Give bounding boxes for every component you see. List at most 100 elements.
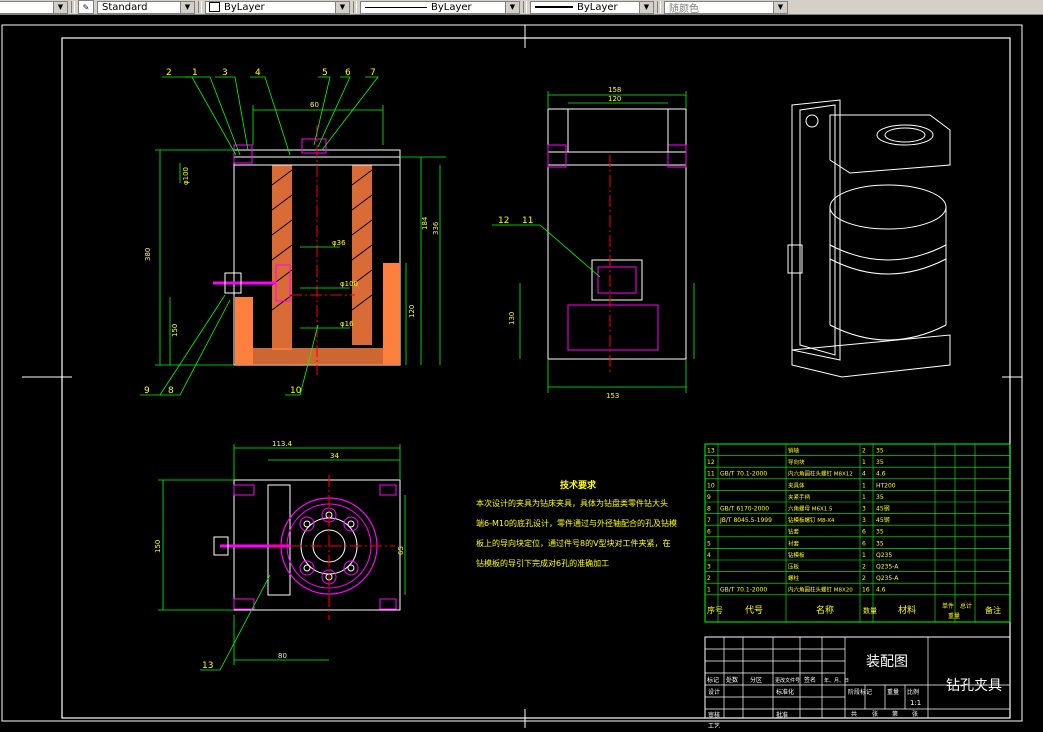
parts-list: 13 销轴 2 3512 导向块 1 3511 GB/T 70.1-2000 内六角圆柱头螺钉 … — [704, 443, 1011, 623]
layer-select[interactable]: ByLayer ▼ — [205, 0, 350, 14]
chevron-down-icon[interactable]: ▼ — [773, 1, 787, 13]
parts-mat: 45钢 — [876, 505, 890, 513]
chevron-down-icon[interactable]: ▼ — [53, 1, 67, 13]
properties-toolbar: ▼ ✎ Standard ▼ ByLayer ▼ ByLayer ▼ ByLay… — [0, 0, 1043, 15]
top-screw — [379, 484, 397, 496]
header-no: 序号 — [707, 605, 723, 615]
parts-qty: 6 — [862, 540, 866, 547]
balloon-number: 11 — [522, 216, 533, 226]
balloon-number: 4 — [255, 68, 261, 78]
top-left-slot — [267, 484, 291, 596]
parts-name: 钻模板 — [788, 551, 805, 559]
left-dropdown-stub[interactable]: ▼ — [0, 0, 68, 14]
header-mat: 材料 — [898, 604, 916, 616]
linetype-select[interactable]: ByLayer ▼ — [360, 0, 520, 14]
dim-text: 65 — [397, 546, 405, 555]
label-process: 工艺 — [708, 722, 720, 728]
top-balloons: 13 — [202, 661, 213, 671]
lineweight-select[interactable]: ByLayer ▼ — [530, 0, 654, 14]
parts-name: 销轴 — [788, 447, 800, 455]
dim-text: 120 — [608, 95, 621, 103]
text-style-icon[interactable]: ✎ — [78, 0, 94, 14]
parts-mat: Q235 — [876, 552, 892, 559]
balloon-number: 5 — [322, 68, 328, 78]
parts-name: 六角螺母 M6X1.5 — [788, 505, 833, 513]
header-qty: 数量 — [863, 606, 877, 615]
parts-qty: 1 — [862, 459, 866, 466]
parts-qty: 2 — [862, 448, 866, 455]
dim-text: φ100 — [182, 167, 190, 185]
techreq-line: 本次设计的夹具为钻床夹具，具体为钻盘类零件钻大头 — [476, 498, 668, 508]
iso-cylinder-bottom — [829, 324, 947, 341]
dim-text: 80 — [278, 652, 287, 660]
label-design: 设计 — [708, 688, 720, 696]
sheet-inner-border — [61, 37, 1011, 719]
parts-mat: 35 — [876, 494, 884, 501]
dim-text: 120 — [408, 305, 416, 318]
parts-code: GB/T 6170-2000 — [720, 506, 769, 513]
chevron-down-icon[interactable]: ▼ — [505, 1, 519, 13]
rev-label: 更改文件号 — [775, 677, 800, 684]
technical-requirements: 技术要求 本次设计的夹具为钻床夹具，具体为钻盘类零件钻大头 端6-M10的底孔设… — [476, 479, 677, 568]
parts-code: GB/T 70.1-2000 — [720, 587, 767, 594]
label-sheet: 张 — [872, 710, 878, 718]
guide-block — [591, 259, 643, 301]
dim-text: 158 — [608, 86, 621, 94]
iso-top-plate — [829, 114, 951, 174]
front-dimensions — [155, 105, 446, 366]
parts-mat: Q235-A — [876, 564, 899, 571]
parts-mat: 4.6 — [876, 587, 886, 594]
workpiece-hatch-right — [352, 165, 372, 345]
chevron-down-icon[interactable]: ▼ — [335, 1, 349, 13]
dim-text: φ100 — [340, 280, 358, 288]
side-dim-text: 158 120 153 130 — [508, 86, 621, 400]
chevron-down-icon[interactable]: ▼ — [639, 1, 653, 13]
iso-cylinder-band — [829, 258, 947, 275]
parts-mat: 35 — [876, 540, 884, 547]
parts-mat: 35 — [876, 448, 884, 455]
iso-cylinder-top — [829, 184, 947, 230]
drawing-canvas[interactable]: 380 φ100 150 336 184 120 60 φ36 φ100 φ16… — [0, 15, 1043, 730]
side-screw-right — [667, 144, 687, 168]
rev-label: 分区 — [750, 676, 762, 684]
isometric-view — [787, 99, 951, 378]
label-sheet: 共 — [851, 710, 857, 718]
text-style-select[interactable]: Standard ▼ — [97, 0, 195, 14]
side-top-block — [567, 108, 669, 153]
balloon-number: 1 — [192, 68, 198, 78]
parts-header: 序号 代号 名称 数量 材料 单件 总计 重量 备注 — [707, 602, 1001, 620]
techreq-line: 钻模板的导引下完成对6孔的准确加工 — [476, 558, 609, 568]
color-select[interactable]: 随颜色 ▼ — [664, 0, 788, 14]
drill-bushing — [301, 138, 327, 154]
cad-drawing[interactable]: 380 φ100 150 336 184 120 60 φ36 φ100 φ16… — [0, 15, 1043, 730]
chevron-down-icon[interactable]: ▼ — [180, 1, 194, 13]
parts-code: GB/T 70.1-2000 — [720, 471, 767, 478]
parts-qty: 1 — [862, 482, 866, 489]
dim-text: 113.4 — [272, 440, 293, 448]
parts-no: 8 — [707, 506, 711, 513]
iso-cylinder-band — [829, 244, 947, 261]
title-block: 装配图 钻孔夹具 1:1 标记 处数 分区 更改文件号 签名 年、月、日 设计 … — [704, 636, 1011, 730]
balloon-number: 10 — [290, 386, 302, 396]
dim-text: 184 — [421, 216, 429, 230]
header-code: 代号 — [745, 605, 763, 616]
label-review: 审核 — [708, 711, 720, 719]
parts-qty: 2 — [862, 575, 866, 582]
drawing-name: 钻孔夹具 — [946, 678, 1002, 694]
parts-mat: Q235-A — [876, 575, 899, 582]
parts-no: 3 — [707, 564, 711, 571]
toolbar-separator — [657, 1, 661, 13]
dim-text: 380 — [144, 248, 152, 261]
parts-name: 衬套 — [788, 539, 800, 547]
linetype-value: ByLayer — [431, 1, 472, 13]
top-view: 113.4 34 150 65 80 13 — [154, 440, 406, 671]
top-screw — [233, 598, 255, 610]
balloon-number: 8 — [168, 386, 174, 396]
label-weight: 重量 — [887, 688, 899, 696]
scale-value: 1:1 — [910, 699, 921, 707]
rev-label: 处数 — [726, 676, 738, 684]
balloon-number: 7 — [370, 68, 376, 78]
lineweight-value: ByLayer — [577, 1, 618, 13]
color-swatch-icon — [209, 2, 220, 12]
base-hatch-left — [235, 297, 253, 365]
